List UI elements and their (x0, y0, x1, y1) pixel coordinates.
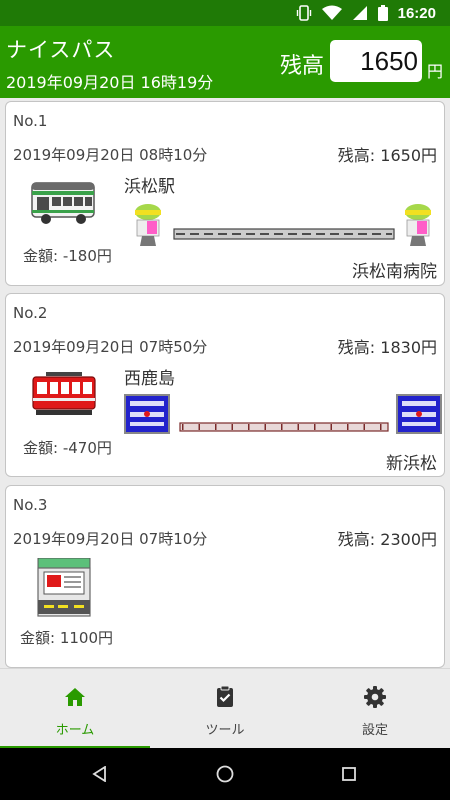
status-time: 16:20 (397, 4, 436, 22)
bus-stop-icon (135, 204, 161, 246)
history-card[interactable]: No.3 2019年09月20日 07時10分 残高: 2300円 金額: 11… (5, 485, 445, 668)
balance-label: 残高 (280, 54, 325, 79)
record-remaining: 残高: 1830円 (337, 338, 437, 357)
bus-icon (31, 182, 95, 224)
app-bar: ナイスパス 2019年09月20日 16時19分 残高 1650 円 (0, 26, 450, 98)
record-date: 2019年09月20日 08時10分 (13, 146, 208, 164)
nav-tools-label: ツール (205, 723, 245, 738)
app-title: ナイスパス (6, 38, 116, 62)
battery-icon (377, 5, 388, 21)
record-date: 2019年09月20日 07時50分 (13, 338, 208, 356)
record-remaining: 残高: 2300円 (337, 530, 437, 549)
nav-home-label: ホーム (55, 723, 95, 738)
gear-icon (364, 686, 386, 708)
nav-tools[interactable]: ツール (150, 669, 300, 749)
station-sign-icon (124, 394, 170, 434)
balance-value: 1650 (360, 46, 418, 76)
bottom-navigation: ホーム ツール 設定 (0, 668, 450, 749)
to-station: 新浜松 (386, 454, 437, 474)
from-station: 浜松駅 (124, 177, 175, 197)
vibrate-icon (296, 5, 311, 21)
back-icon[interactable] (92, 766, 108, 782)
station-sign-icon (396, 394, 442, 434)
bus-route-graphic (135, 204, 431, 246)
train-route-graphic (124, 394, 442, 434)
history-card[interactable]: No.1 2019年09月20日 08時10分 残高: 1650円 金額: -1… (5, 101, 445, 286)
bus-stop-icon (405, 204, 431, 246)
status-bar: 16:20 (0, 0, 450, 26)
train-icon (32, 372, 96, 415)
nav-settings-label: 設定 (361, 723, 388, 738)
record-amount: 金額: -180円 (23, 247, 112, 265)
record-amount: 金額: -470円 (23, 439, 112, 457)
wifi-icon (321, 5, 342, 20)
history-card[interactable]: No.2 2019年09月20日 07時50分 残高: 1830円 金額: -4… (5, 293, 445, 477)
record-number: No.3 (13, 496, 48, 514)
to-station: 浜松南病院 (352, 262, 437, 282)
balance-box: 1650 (330, 40, 422, 82)
home-circle-icon[interactable] (216, 765, 234, 783)
nav-home[interactable]: ホーム (0, 669, 150, 749)
recents-icon[interactable] (342, 767, 356, 781)
record-amount: 金額: 1100円 (20, 629, 113, 647)
record-remaining: 残高: 1650円 (337, 146, 437, 165)
from-station: 西鹿島 (124, 369, 175, 389)
balance-unit: 円 (427, 62, 444, 81)
record-number: No.1 (13, 112, 48, 130)
clipboard-icon (217, 685, 233, 707)
current-datetime: 2019年09月20日 16時19分 (6, 73, 214, 92)
nav-settings[interactable]: 設定 (300, 669, 450, 749)
home-icon (65, 688, 85, 706)
signal-icon (352, 6, 367, 20)
system-navigation-bar (0, 748, 450, 800)
record-date: 2019年09月20日 07時10分 (13, 530, 208, 548)
charge-machine-icon (37, 558, 91, 617)
record-number: No.2 (13, 304, 48, 322)
